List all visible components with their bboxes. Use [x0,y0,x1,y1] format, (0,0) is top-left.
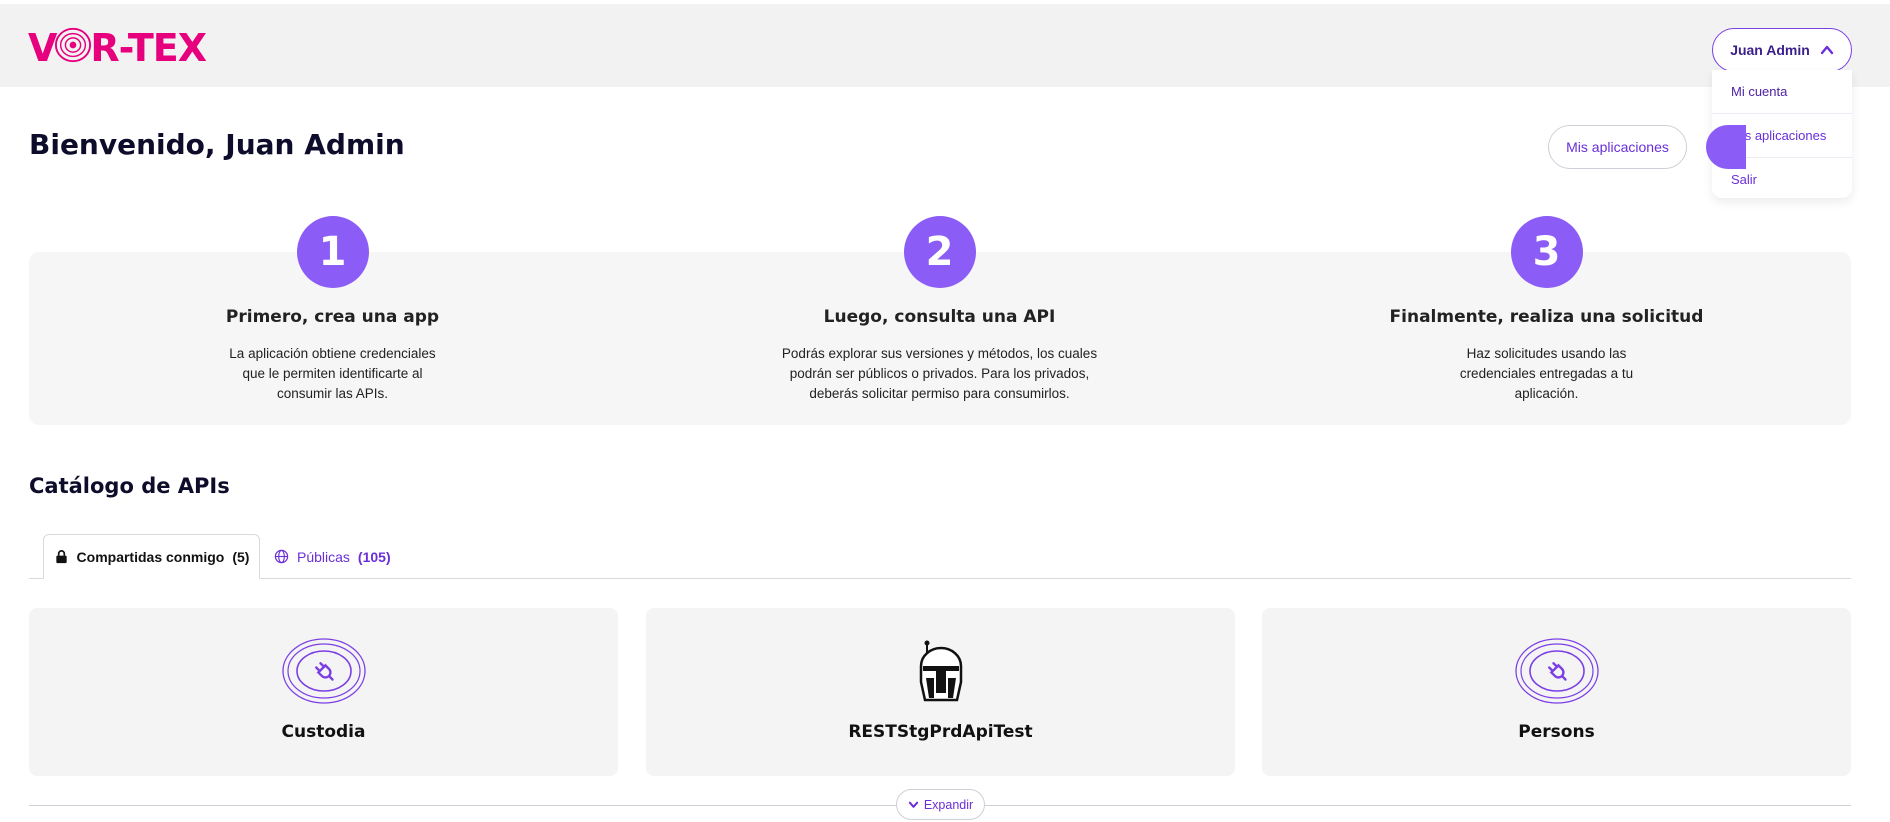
step-title: Finalmente, realiza una solicitud [1389,307,1704,327]
helmet-icon [919,640,962,702]
step-number-badge: 2 [903,216,976,288]
step-desc-line: podrán ser públicos o privados. Para los… [789,366,1090,381]
step-description: La aplicación obtiene credenciales que l… [223,344,443,404]
step-number-badge: 1 [296,216,369,288]
step-number-badge: 3 [1510,216,1583,288]
step-desc-line: Haz solicitudes usando las [1466,346,1627,361]
step-desc-line: consumir las APIs. [276,386,389,401]
expand-button[interactable]: Expandir [896,789,985,820]
top-header: V R-TEX Juan Admin [0,4,1890,87]
user-menu-button[interactable]: Juan Admin [1712,28,1852,72]
api-card-name: Persons [1518,722,1595,742]
step-title: Luego, consulta una API [823,307,1056,327]
welcome-title: Bienvenido, Juan Admin [29,128,405,161]
step-description: Haz solicitudes usando las credenciales … [1447,344,1647,404]
step-desc-line: deberás solicitar permiso para consumirl… [809,386,1070,401]
api-card-name: Custodia [281,722,366,742]
step-2: 2 Luego, consulta una API Podrás explora… [636,216,1243,425]
logo-text-right: R-TEX [90,26,207,70]
lock-icon [55,550,67,564]
tab-count: (105) [357,548,391,565]
step-description: Podrás explorar sus versiones y métodos,… [775,344,1105,404]
tab-label: Públicas [297,548,350,565]
steps-panel: 1 Primero, crea una app La aplicación ob… [29,216,1851,425]
step-desc-line: Podrás explorar sus versiones y métodos,… [781,346,1098,361]
step-desc-line: que le permiten identificarte al [242,366,423,381]
tab-shared-with-me[interactable]: Compartidas conmigo (5) [43,534,260,579]
tab-count: (5) [232,548,250,565]
tab-label: Compartidas conmigo [76,548,225,565]
user-menu-label: Juan Admin [1730,42,1810,58]
api-cards: Custodia RESTStgPrdApiTest Persons [29,608,1851,776]
step-desc-line: aplicación. [1514,386,1579,401]
step-3: 3 Finalmente, realiza una solicitud Haz … [1243,216,1850,425]
plug-icon [281,638,366,704]
plug-icon [1514,638,1599,704]
step-1: 1 Primero, crea una app La aplicación ob… [29,216,636,425]
chevron-down-icon [908,801,919,808]
step-desc-line: La aplicación obtiene credenciales [229,346,436,361]
chevron-up-icon [1820,45,1833,55]
api-card[interactable]: Custodia [29,608,618,776]
logo-text-left: V [28,26,57,70]
expand-label: Expandir [923,797,974,812]
catalog-title: Catálogo de APIs [29,474,230,498]
step-title: Primero, crea una app [225,307,440,327]
tab-public[interactable]: Públicas (105) [274,534,391,579]
api-card-name: RESTStgPrdApiTest [848,722,1033,742]
globe-icon [274,549,289,564]
primary-action-button[interactable] [1706,125,1746,169]
step-desc-line: credenciales entregadas a tu [1459,366,1634,381]
menu-item-my-account[interactable]: Mi cuenta [1712,70,1852,114]
logo-swirl-icon [55,27,92,63]
vortex-logo[interactable]: V R-TEX [28,26,207,70]
api-card[interactable]: Persons [1262,608,1851,776]
page: V R-TEX Juan Admin Mi cuenta Mis aplicac… [0,0,1890,822]
api-card[interactable]: RESTStgPrdApiTest [646,608,1235,776]
my-apps-button[interactable]: Mis aplicaciones [1548,125,1687,169]
